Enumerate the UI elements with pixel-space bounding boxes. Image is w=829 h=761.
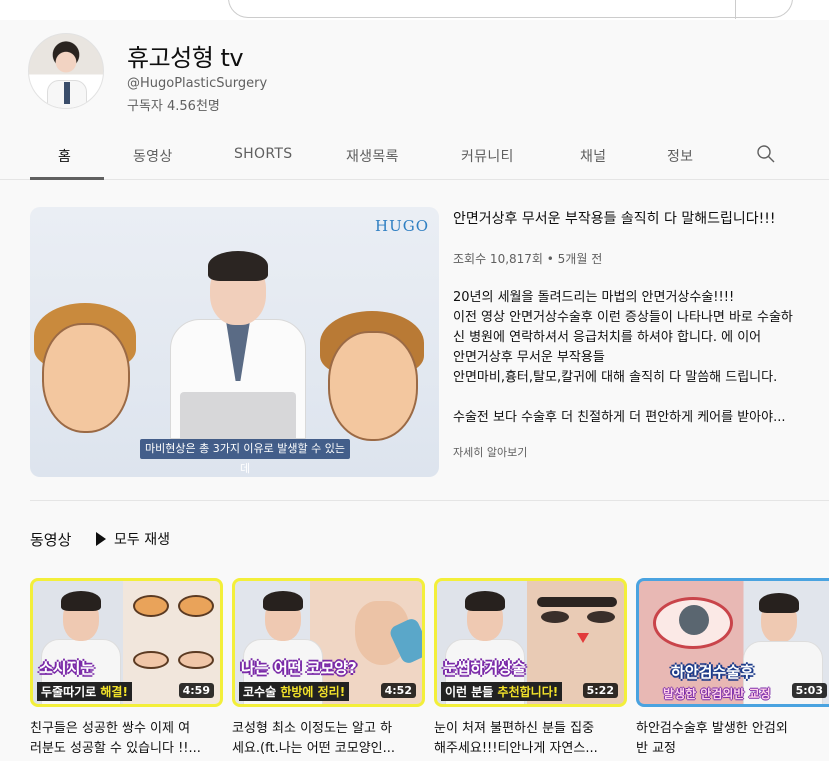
channel-avatar[interactable]	[28, 33, 104, 109]
read-more-link[interactable]: 자세히 알아보기	[453, 444, 527, 460]
eye-closeup	[178, 651, 214, 669]
subline-highlight: 발생한 안검외반 교정	[663, 687, 771, 701]
video-title-1[interactable]: 친구들은 성공한 쌍수 이제 여 러분도 성공할 수 있습니다 !!...	[30, 719, 220, 759]
video-title-line: 눈이 처져 불편하신 분들 집중	[434, 721, 595, 736]
play-icon	[96, 532, 106, 546]
video-title-2[interactable]: 코성형 최소 이정도는 알고 하 세요.(ft.나는 어떤 코모양인...	[232, 719, 422, 759]
featured-video-description: 20년의 세월을 돌려드리는 마법의 안면거상수술!!!! 이전 영상 안면거상…	[453, 288, 813, 428]
thumbnail-headline: 소시지눈	[39, 659, 95, 677]
doctor-hair	[61, 591, 101, 611]
description-line: 수술전 보다 수술후 더 친절하게 더 편안하게 케어를 받아야...	[453, 410, 786, 425]
search-bar[interactable]	[228, 0, 793, 19]
right-cartoon-face	[328, 331, 418, 441]
play-all-button[interactable]: 모두 재생	[96, 529, 170, 549]
featured-video-title[interactable]: 안면거상후 무서운 부작용들 솔직히 다 말해드립니다!!!	[453, 208, 775, 228]
video-title-4[interactable]: 하안검수술후 발생한 안검외 반 교정	[636, 719, 826, 759]
search-divider	[735, 0, 736, 19]
video-duration: 5:03	[791, 683, 827, 698]
hugo-logo: HUGO	[374, 217, 429, 235]
doctor-hair	[759, 593, 799, 613]
doctor-hair	[208, 251, 268, 281]
eye-closeup	[133, 651, 169, 669]
thumbnail-subline: 코수술 한방에 정리!	[239, 682, 350, 701]
play-all-label: 모두 재생	[114, 532, 170, 548]
featured-video-thumbnail[interactable]: HUGO 마비현상은 총 3가지 이유로 발생할 수 있는데	[30, 207, 439, 477]
eyebrow-closeup	[537, 597, 617, 607]
video-title-line: 하안검수술후 발생한 안검외	[636, 721, 788, 736]
tab-videos[interactable]: 동영상	[133, 146, 173, 166]
tab-about[interactable]: 정보	[667, 146, 693, 166]
left-cartoon-face	[42, 323, 130, 433]
description-line: 신 병원에 연락하셔서 응급처치를 하셔야 합니다. 에 이어	[453, 330, 762, 345]
eye-closeup	[178, 595, 214, 617]
subline-highlight: 추천합니다!	[497, 685, 559, 699]
video-caption: 마비현상은 총 3가지 이유로 발생할 수 있는데	[140, 439, 350, 475]
eye-closeup	[587, 611, 615, 623]
avatar-tie	[64, 82, 70, 104]
arrow-down-icon	[577, 633, 589, 643]
subline-text: 코수술	[243, 685, 281, 699]
eye-closeup	[541, 611, 569, 623]
doctor-hair	[465, 591, 505, 611]
thumbnail-headline: 눈썹하거상술	[443, 659, 526, 677]
iris	[679, 605, 709, 635]
tab-community[interactable]: 커뮤니티	[461, 146, 514, 166]
video-thumbnail-4[interactable]: 하안검수술후 발생한 안검외반 교정 5:03	[636, 578, 829, 707]
video-title-line: 친구들은 성공한 쌍수 이제 여	[30, 721, 191, 736]
featured-video-meta: 조회수 10,817회 • 5개월 전	[453, 252, 603, 266]
subline-highlight: 한방에 정리!	[280, 685, 346, 699]
tab-shorts[interactable]: SHORTS	[234, 146, 292, 162]
thumbnail-headline: 나는 어떤 코모양?	[241, 659, 357, 677]
subline-text: 두줄따기로	[41, 685, 101, 699]
video-title-line: 코성형 최소 이정도는 알고 하	[232, 721, 393, 736]
video-thumbnail-3[interactable]: 눈썹하거상술 이런 분들 추천합니다! 5:22	[434, 578, 627, 707]
description-line: 20년의 세월을 돌려드리는 마법의 안면거상수술!!!!	[453, 290, 735, 305]
video-title-line: 세요.(ft.나는 어떤 코모양인...	[232, 741, 396, 756]
doctor-hair	[263, 591, 303, 611]
active-tab-indicator	[30, 177, 104, 180]
thumbnail-subline: 발생한 안검외반 교정	[659, 684, 775, 703]
tab-home[interactable]: 홈	[58, 146, 71, 166]
video-title-3[interactable]: 눈이 처져 불편하신 분들 집중 해주세요!!!티안나게 자연스...	[434, 719, 624, 759]
subline-text: 이런 분들	[445, 685, 498, 699]
subscriber-count: 구독자 4.56천명	[127, 99, 220, 114]
description-line: 안면마비,흉터,탈모,칼귀에 대해 솔직히 다 말씀해 드립니다.	[453, 370, 778, 385]
description-line: 이전 영상 안면거상수술후 이런 증상들이 나타나면 바로 수술하	[453, 310, 793, 325]
video-duration: 5:22	[582, 683, 618, 698]
thumbnail-headline: 하안검수술후	[671, 663, 754, 681]
thumbnail-subline: 이런 분들 추천합니다!	[441, 682, 563, 701]
description-line: 안면거상후 무서운 부작용들	[453, 350, 605, 365]
channel-handle: @HugoPlasticSurgery	[127, 76, 268, 91]
video-thumbnail-1[interactable]: 소시지눈 두줄따기로 해결! 4:59	[30, 578, 223, 707]
section-divider	[30, 500, 829, 501]
description-line	[453, 388, 813, 408]
video-thumbnail-2[interactable]: 나는 어떤 코모양? 코수술 한방에 정리! 4:52	[232, 578, 425, 707]
channel-name: 휴고성형 tv	[127, 44, 244, 72]
video-title-line: 러분도 성공할 수 있습니다 !!...	[30, 741, 201, 756]
video-title-line: 해주세요!!!티안나게 자연스...	[434, 741, 598, 756]
thumbnail-subline: 두줄따기로 해결!	[37, 682, 132, 701]
shelf-title[interactable]: 동영상	[30, 529, 71, 550]
tab-channels[interactable]: 채널	[580, 146, 606, 166]
laptop	[180, 392, 296, 444]
tab-playlists[interactable]: 재생목록	[346, 146, 399, 166]
video-title-line: 반 교정	[636, 741, 677, 756]
eye-closeup	[133, 595, 169, 617]
video-duration: 4:52	[380, 683, 416, 698]
channel-tabs: 홈 동영상 SHORTS 재생목록 커뮤니티 채널 정보	[0, 138, 829, 180]
subline-highlight: 해결!	[100, 685, 128, 699]
masthead-strip	[0, 0, 829, 20]
search-icon[interactable]	[756, 144, 776, 164]
video-duration: 4:59	[178, 683, 214, 698]
